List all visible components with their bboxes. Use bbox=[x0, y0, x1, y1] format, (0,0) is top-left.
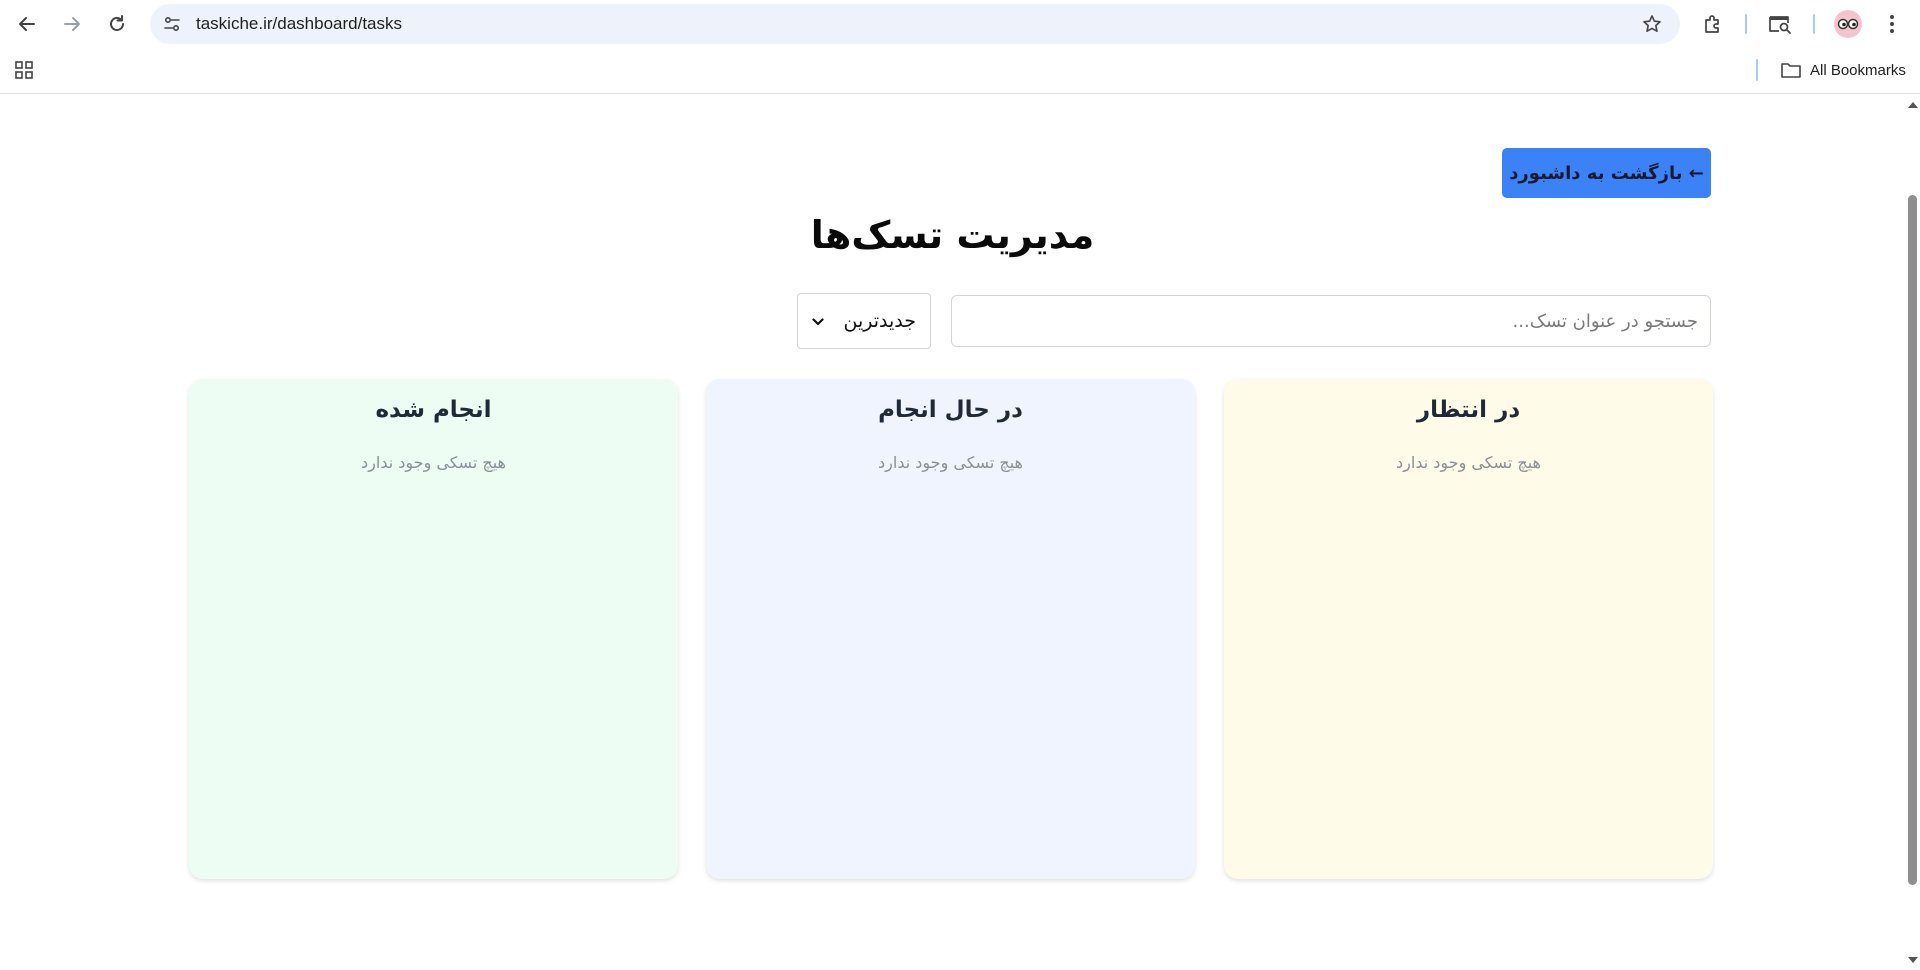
tab-search-button[interactable] bbox=[1764, 8, 1796, 40]
extensions-icon bbox=[1705, 15, 1719, 33]
reload-button[interactable] bbox=[99, 6, 135, 42]
toolbar-separator bbox=[1745, 14, 1747, 34]
folder-icon bbox=[1781, 63, 1801, 78]
site-info-button[interactable] bbox=[158, 10, 186, 38]
browser-toolbar: taskiche.ir/dashboard/tasks bbox=[0, 0, 1920, 48]
reload-icon bbox=[110, 15, 124, 31]
column-title: در حال انجام bbox=[878, 397, 1023, 423]
apps-grid-icon bbox=[15, 61, 33, 79]
toolbar-separator bbox=[1813, 14, 1815, 34]
sort-select[interactable]: جدیدترین bbox=[797, 293, 931, 349]
column-title: در انتظار bbox=[1416, 397, 1521, 423]
kebab-menu-icon bbox=[1890, 15, 1894, 33]
address-bar[interactable]: taskiche.ir/dashboard/tasks bbox=[150, 4, 1680, 44]
bookmarks-bar: All Bookmarks bbox=[0, 48, 1920, 94]
profile-avatar-icon bbox=[1837, 18, 1859, 30]
forward-button-browser[interactable] bbox=[54, 6, 90, 42]
scroll-up-arrow[interactable] bbox=[1908, 102, 1918, 108]
scroll-thumb[interactable] bbox=[1908, 195, 1917, 885]
all-bookmarks-label: All Bookmarks bbox=[1810, 61, 1906, 79]
column-in-progress: در حال انجام هیچ تسکی وجود ندارد bbox=[706, 379, 1195, 879]
browser-menu-button[interactable] bbox=[1876, 8, 1908, 40]
bookmark-star-button[interactable] bbox=[1640, 12, 1664, 36]
empty-state-text: هیچ تسکی وجود ندارد bbox=[361, 453, 506, 472]
bookmarks-separator bbox=[1756, 59, 1758, 81]
back-button-browser[interactable] bbox=[9, 6, 45, 42]
star-icon bbox=[1643, 15, 1661, 32]
column-title: انجام شده bbox=[375, 397, 492, 423]
sort-selected-value: جدیدترین bbox=[843, 310, 916, 332]
empty-state-text: هیچ تسکی وجود ندارد bbox=[1396, 453, 1541, 472]
page-content: ← بازگشت به داشبورد مدیریت تسک‌ها جدیدتر… bbox=[0, 95, 1905, 970]
column-pending: در انتظار هیچ تسکی وجود ندارد bbox=[1224, 379, 1713, 879]
extensions-button[interactable] bbox=[1697, 8, 1729, 40]
profile-avatar[interactable] bbox=[1834, 10, 1862, 38]
all-bookmarks-button[interactable]: All Bookmarks bbox=[1774, 56, 1912, 84]
page-title: مدیریت تسک‌ها bbox=[810, 213, 1095, 257]
back-arrow-icon bbox=[19, 17, 35, 31]
empty-state-text: هیچ تسکی وجود ندارد bbox=[878, 453, 1023, 472]
page-scrollbar[interactable] bbox=[1905, 95, 1920, 970]
back-to-dashboard-button[interactable]: ← بازگشت به داشبورد bbox=[1502, 148, 1711, 198]
column-done: انجام شده هیچ تسکی وجود ندارد bbox=[189, 379, 678, 879]
scroll-down-arrow[interactable] bbox=[1908, 957, 1918, 963]
tab-search-icon bbox=[1769, 16, 1791, 34]
chevron-down-icon bbox=[810, 314, 826, 330]
url-text[interactable]: taskiche.ir/dashboard/tasks bbox=[196, 14, 402, 34]
site-info-icon bbox=[164, 16, 180, 32]
apps-button[interactable] bbox=[12, 58, 36, 82]
search-input[interactable] bbox=[951, 295, 1711, 347]
forward-arrow-icon bbox=[64, 17, 80, 31]
